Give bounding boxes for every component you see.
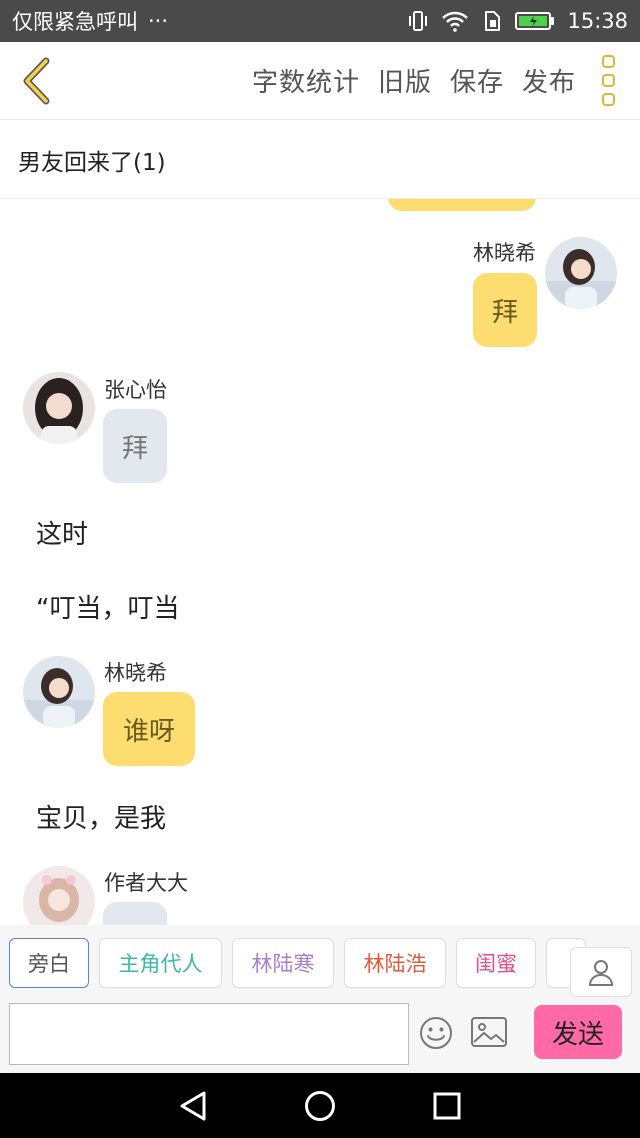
image-button[interactable] xyxy=(470,1015,508,1049)
chat-area[interactable]: 林晓希 拜 张心怡 拜 这时 “叮当，叮当 林晓希 谁呀 宝贝，是我 作者大大 xyxy=(0,199,640,925)
message-bubble[interactable]: 谁呀 xyxy=(103,692,195,766)
editor-toolbar: 字数统计 旧版 保存 发布 xyxy=(0,42,640,120)
message-bubble[interactable]: 拜 xyxy=(103,409,167,483)
vibrate-icon xyxy=(407,10,429,32)
more-dot-icon xyxy=(601,74,615,87)
more-notifications: ··· xyxy=(148,9,169,33)
role-chip-lin-luhan[interactable]: 林陆寒 xyxy=(232,938,334,988)
avatar-zhang-xinyi[interactable] xyxy=(23,372,95,444)
message-bubble-partial[interactable] xyxy=(388,199,536,211)
message-text: 拜 xyxy=(491,297,518,328)
system-nav-bar xyxy=(0,1073,640,1138)
old-version-button[interactable]: 旧版 xyxy=(378,62,432,99)
role-label: 闺蜜 xyxy=(475,952,517,976)
carrier-text: 仅限紧急呼叫 xyxy=(12,10,138,34)
battery-icon xyxy=(515,11,555,31)
sender-name: 作者大大 xyxy=(104,871,188,895)
publish-button[interactable]: 发布 xyxy=(522,62,576,99)
role-label: 林陆浩 xyxy=(363,952,427,976)
more-menu-button[interactable] xyxy=(588,51,628,111)
role-selector: 旁白 主角代人 林陆寒 林陆浩 闺蜜 xyxy=(0,925,640,1001)
chevron-left-icon xyxy=(23,57,50,104)
message-bubble[interactable] xyxy=(103,902,167,925)
recents-square-icon[interactable] xyxy=(430,1089,464,1123)
avatar-author[interactable] xyxy=(23,866,95,925)
sender-name: 林晓希 xyxy=(473,241,536,265)
sender-name: 张心怡 xyxy=(104,378,167,402)
chapter-title-bar[interactable]: 男友回来了(1) xyxy=(0,121,640,199)
role-chip-bestie[interactable]: 闺蜜 xyxy=(456,938,536,988)
narration-text[interactable]: 宝贝，是我 xyxy=(36,798,166,835)
home-circle-icon[interactable] xyxy=(303,1089,337,1123)
message-text: 拜 xyxy=(121,433,148,464)
role-chip-narrator[interactable]: 旁白 xyxy=(9,938,89,988)
sender-name: 林晓希 xyxy=(104,661,167,685)
back-button[interactable] xyxy=(6,42,66,120)
save-button[interactable]: 保存 xyxy=(450,62,504,99)
smiley-icon xyxy=(420,1017,452,1049)
chapter-title: 男友回来了(1) xyxy=(18,149,166,176)
role-label: 旁白 xyxy=(28,952,70,976)
back-triangle-icon[interactable] xyxy=(176,1089,210,1123)
more-dot-icon xyxy=(601,93,615,106)
avatar-lin-xiaoxi[interactable] xyxy=(23,656,95,728)
role-chip-protagonist[interactable]: 主角代人 xyxy=(99,938,222,988)
add-role-button[interactable] xyxy=(570,947,632,997)
image-icon xyxy=(471,1017,507,1047)
role-label: 林陆寒 xyxy=(251,952,315,976)
word-count-button[interactable]: 字数统计 xyxy=(252,62,360,99)
wifi-icon xyxy=(441,10,469,32)
message-bubble[interactable]: 拜 xyxy=(473,273,537,347)
clock-text: 15:38 xyxy=(567,9,628,33)
role-chip-lin-luhao[interactable]: 林陆浩 xyxy=(344,938,446,988)
role-label: 主角代人 xyxy=(118,952,203,976)
input-row: 发送 xyxy=(0,1001,640,1073)
narration-text[interactable]: 这时 xyxy=(36,514,88,551)
message-input[interactable] xyxy=(9,1003,409,1065)
narration-text[interactable]: “叮当，叮当 xyxy=(36,588,179,625)
more-dot-icon xyxy=(601,55,615,68)
status-bar: 仅限紧急呼叫 ··· 15:38 xyxy=(0,0,640,42)
sim-icon xyxy=(481,10,503,32)
send-button[interactable]: 发送 xyxy=(534,1005,622,1059)
avatar-lin-xiaoxi[interactable] xyxy=(545,237,617,309)
emoji-button[interactable] xyxy=(418,1015,454,1051)
person-icon xyxy=(588,960,614,986)
message-text: 谁呀 xyxy=(122,716,175,747)
